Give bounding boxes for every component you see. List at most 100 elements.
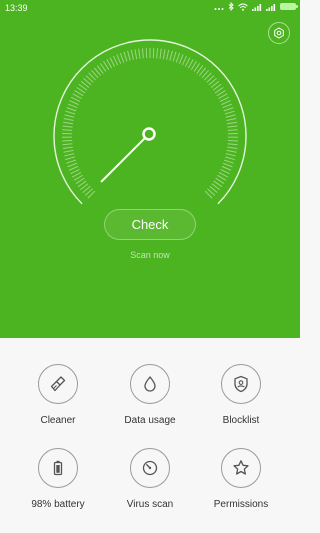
blocklist-tile[interactable]: Blocklist xyxy=(191,364,291,426)
gauge-tick xyxy=(227,129,238,131)
gauge-tick xyxy=(159,48,162,59)
gauge-tick xyxy=(226,149,237,153)
gauge-tick xyxy=(166,49,170,60)
gauge-tick xyxy=(134,49,138,60)
gauge-hub xyxy=(142,127,156,141)
gauge-tick xyxy=(221,165,232,171)
gauge-tick xyxy=(65,110,76,115)
battery-label: 98% battery xyxy=(31,499,85,510)
gauge-tick xyxy=(222,103,233,109)
gauge-ticks xyxy=(62,48,238,199)
gauge-tick xyxy=(218,171,229,178)
gauge-tick xyxy=(227,146,238,150)
gauge-icon xyxy=(142,460,158,476)
cleaner-tile[interactable]: Cleaner xyxy=(8,364,108,426)
blocklist-label: Blocklist xyxy=(222,415,260,426)
battery-icon-circle xyxy=(38,448,78,488)
gauge-tick xyxy=(127,50,131,61)
gauge-tick xyxy=(184,57,191,67)
signal-icon xyxy=(266,3,276,11)
virus-scan-tile[interactable]: Virus scan xyxy=(100,448,200,510)
gauge-tick xyxy=(64,114,75,118)
gauge-tick xyxy=(112,55,119,66)
feature-grid: Cleaner Data usage Blocklist 98% battery… xyxy=(0,338,300,533)
signal-icon xyxy=(252,3,262,11)
gauge-tick xyxy=(227,143,238,146)
check-button[interactable]: Check xyxy=(104,209,196,240)
gauge-tick xyxy=(181,55,188,66)
blocklist-icon-circle xyxy=(221,364,261,404)
gauge-tick xyxy=(224,159,234,164)
gauge-tick xyxy=(64,153,75,157)
wifi-icon xyxy=(238,3,248,11)
gauge-tick xyxy=(67,103,78,109)
gauge-tick xyxy=(68,165,79,171)
gauge xyxy=(53,39,247,205)
gauge-tick xyxy=(223,107,234,112)
battery-icon xyxy=(280,3,298,10)
data-usage-label: Data usage xyxy=(124,415,176,426)
star-icon xyxy=(233,460,249,475)
gauge-tick xyxy=(71,171,82,178)
status-icons xyxy=(214,2,298,11)
gauge-tick xyxy=(70,96,81,103)
permissions-tile[interactable]: Permissions xyxy=(191,448,291,510)
settings-button[interactable] xyxy=(268,22,290,44)
settings-icon xyxy=(274,27,284,39)
drop-icon xyxy=(144,376,156,392)
gauge-tick xyxy=(62,143,73,146)
gauge-tick xyxy=(109,57,116,67)
gauge-tick xyxy=(178,54,184,64)
gauge-tick xyxy=(138,48,141,59)
gauge-tick xyxy=(63,118,74,121)
gauge-tick xyxy=(62,129,73,131)
bluetooth-icon xyxy=(228,2,234,11)
gauge-tick xyxy=(226,121,237,125)
header-panel: 13:39 Check Scan now xyxy=(0,0,300,338)
gauge-tick xyxy=(62,146,73,150)
gauge-tick xyxy=(65,156,75,161)
gauge-tick xyxy=(227,139,238,142)
gauge-tick xyxy=(63,121,74,125)
permissions-icon-circle xyxy=(221,448,261,488)
gauge-tick xyxy=(227,125,238,128)
gauge-tick xyxy=(119,52,125,63)
gauge-tick xyxy=(218,93,228,100)
gauge-tick xyxy=(219,96,230,103)
gauge-tick xyxy=(222,162,233,168)
gauge-tick xyxy=(123,51,128,62)
gauge-tick xyxy=(72,93,82,100)
status-time: 13:39 xyxy=(5,3,28,13)
gauge-tick xyxy=(224,110,235,115)
cleaner-label: Cleaner xyxy=(40,415,76,426)
gauge-tick xyxy=(221,100,231,106)
gauge-tick xyxy=(172,51,177,62)
virus-scan-label: Virus scan xyxy=(126,499,174,510)
data-usage-tile[interactable]: Data usage xyxy=(100,364,200,426)
virus-scan-icon-circle xyxy=(130,448,170,488)
more-dots-icon xyxy=(214,7,224,10)
data-usage-icon-circle xyxy=(130,364,170,404)
gauge-tick xyxy=(62,125,73,128)
permissions-label: Permissions xyxy=(213,499,269,510)
gauge-tick xyxy=(67,162,78,168)
gauge-tick xyxy=(141,48,144,59)
gauge-tick xyxy=(66,107,77,112)
gauge-tick xyxy=(220,168,230,175)
gauge-tick xyxy=(116,54,122,64)
battery-tile[interactable]: 98% battery xyxy=(8,448,108,510)
shield-user-icon xyxy=(234,375,248,393)
gauge-needle xyxy=(100,135,148,183)
gauge-tick xyxy=(225,153,236,157)
gauge-tick xyxy=(69,100,79,106)
broom-icon xyxy=(50,376,66,392)
gauge-tick xyxy=(162,49,166,60)
gauge-tick xyxy=(156,48,159,59)
gauge-tick xyxy=(169,50,173,61)
gauge-tick xyxy=(62,139,73,142)
scan-now-link[interactable]: Scan now xyxy=(0,250,300,260)
gauge-tick xyxy=(225,114,236,118)
cleaner-icon-circle xyxy=(38,364,78,404)
battery-icon xyxy=(53,460,63,476)
gauge-tick xyxy=(226,118,237,121)
